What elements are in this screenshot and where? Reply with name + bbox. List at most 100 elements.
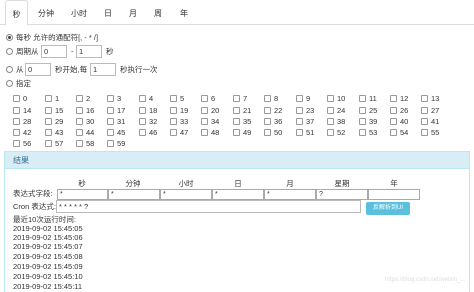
checkbox-box[interactable] [45,129,52,136]
checkbox-box[interactable] [45,107,52,114]
second-checkbox[interactable]: 44 [76,128,94,137]
checkbox-box[interactable] [201,129,208,136]
second-checkbox[interactable]: 31 [107,117,125,126]
checkbox-box[interactable] [107,129,114,136]
tab-hour[interactable]: 小时 [66,0,92,25]
checkbox-box[interactable] [107,140,114,147]
checkbox-box[interactable] [390,107,397,114]
second-checkbox[interactable]: 38 [327,117,345,126]
day-field[interactable]: * [212,189,264,200]
second-checkbox[interactable]: 57 [45,139,63,148]
checkbox-box[interactable] [359,95,366,102]
checkbox-box[interactable] [233,129,240,136]
second-checkbox[interactable]: 36 [264,117,282,126]
checkbox-box[interactable] [264,95,271,102]
checkbox-box[interactable] [170,95,177,102]
minute-field[interactable]: * [108,189,160,200]
checkbox-box[interactable] [13,107,20,114]
second-checkbox[interactable]: 26 [390,106,408,115]
checkbox-box[interactable] [139,95,146,102]
second-checkbox[interactable]: 48 [201,128,219,137]
second-checkbox[interactable]: 5 [170,94,184,103]
second-checkbox[interactable]: 6 [201,94,215,103]
checkbox-box[interactable] [45,140,52,147]
checkbox-box[interactable] [139,118,146,125]
checkbox-box[interactable] [296,118,303,125]
checkbox-box[interactable] [107,95,114,102]
second-checkbox[interactable]: 37 [296,117,314,126]
checkbox-box[interactable] [327,129,334,136]
second-checkbox[interactable]: 25 [359,106,377,115]
second-checkbox[interactable]: 8 [264,94,278,103]
second-checkbox[interactable]: 42 [13,128,31,137]
checkbox-box[interactable] [421,118,428,125]
second-checkbox[interactable]: 40 [390,117,408,126]
checkbox-box[interactable] [421,107,428,114]
second-checkbox[interactable]: 43 [45,128,63,137]
range-radio[interactable] [6,48,13,55]
step-radio[interactable] [6,66,13,73]
second-checkbox[interactable]: 52 [327,128,345,137]
second-checkbox[interactable]: 15 [45,106,63,115]
checkbox-box[interactable] [421,129,428,136]
checkbox-box[interactable] [76,118,83,125]
second-checkbox[interactable]: 3 [107,94,121,103]
checkbox-box[interactable] [139,129,146,136]
second-checkbox[interactable]: 50 [264,128,282,137]
tab-week[interactable]: 周 [149,0,167,25]
tab-minute[interactable]: 分钟 [33,0,59,25]
second-checkbox[interactable]: 16 [76,106,94,115]
every-second-radio[interactable] [6,34,13,41]
second-checkbox[interactable]: 19 [170,106,188,115]
second-checkbox[interactable]: 13 [421,94,439,103]
second-checkbox[interactable]: 9 [296,94,310,103]
checkbox-box[interactable] [13,118,20,125]
second-checkbox[interactable]: 28 [13,117,31,126]
second-checkbox[interactable]: 39 [359,117,377,126]
step-start-input[interactable]: 0 [25,63,51,76]
checkbox-box[interactable] [359,129,366,136]
second-checkbox[interactable]: 23 [296,106,314,115]
checkbox-box[interactable] [107,107,114,114]
checkbox-box[interactable] [170,107,177,114]
checkbox-box[interactable] [327,118,334,125]
second-field[interactable]: * [57,189,108,200]
second-checkbox[interactable]: 49 [233,128,251,137]
second-checkbox[interactable]: 46 [139,128,157,137]
second-checkbox[interactable]: 2 [76,94,90,103]
second-checkbox[interactable]: 10 [327,94,345,103]
checkbox-box[interactable] [201,95,208,102]
second-checkbox[interactable]: 33 [170,117,188,126]
second-checkbox[interactable]: 7 [233,94,247,103]
checkbox-box[interactable] [264,107,271,114]
cron-input[interactable]: * * * * * ? [56,200,361,213]
second-checkbox[interactable]: 20 [201,106,219,115]
checkbox-box[interactable] [170,118,177,125]
checkbox-box[interactable] [233,118,240,125]
tab-day[interactable]: 日 [99,0,117,25]
second-checkbox[interactable]: 30 [76,117,94,126]
second-checkbox[interactable]: 27 [421,106,439,115]
second-checkbox[interactable]: 4 [139,94,153,103]
checkbox-box[interactable] [139,107,146,114]
step-interval-input[interactable]: 1 [90,63,116,76]
second-checkbox[interactable]: 29 [45,117,63,126]
second-checkbox[interactable]: 56 [13,139,31,148]
second-checkbox[interactable]: 32 [139,117,157,126]
checkbox-box[interactable] [390,118,397,125]
checkbox-box[interactable] [13,95,20,102]
checkbox-box[interactable] [170,129,177,136]
second-checkbox[interactable]: 58 [76,139,94,148]
checkbox-box[interactable] [76,95,83,102]
tab-month[interactable]: 月 [124,0,142,25]
checkbox-box[interactable] [233,95,240,102]
second-checkbox[interactable]: 21 [233,106,251,115]
checkbox-box[interactable] [76,129,83,136]
month-field[interactable]: * [264,189,316,200]
second-checkbox[interactable]: 14 [13,106,31,115]
weekday-field[interactable]: ? [316,189,368,200]
checkbox-box[interactable] [76,107,83,114]
second-checkbox[interactable]: 24 [327,106,345,115]
checkbox-box[interactable] [76,140,83,147]
second-checkbox[interactable]: 54 [390,128,408,137]
